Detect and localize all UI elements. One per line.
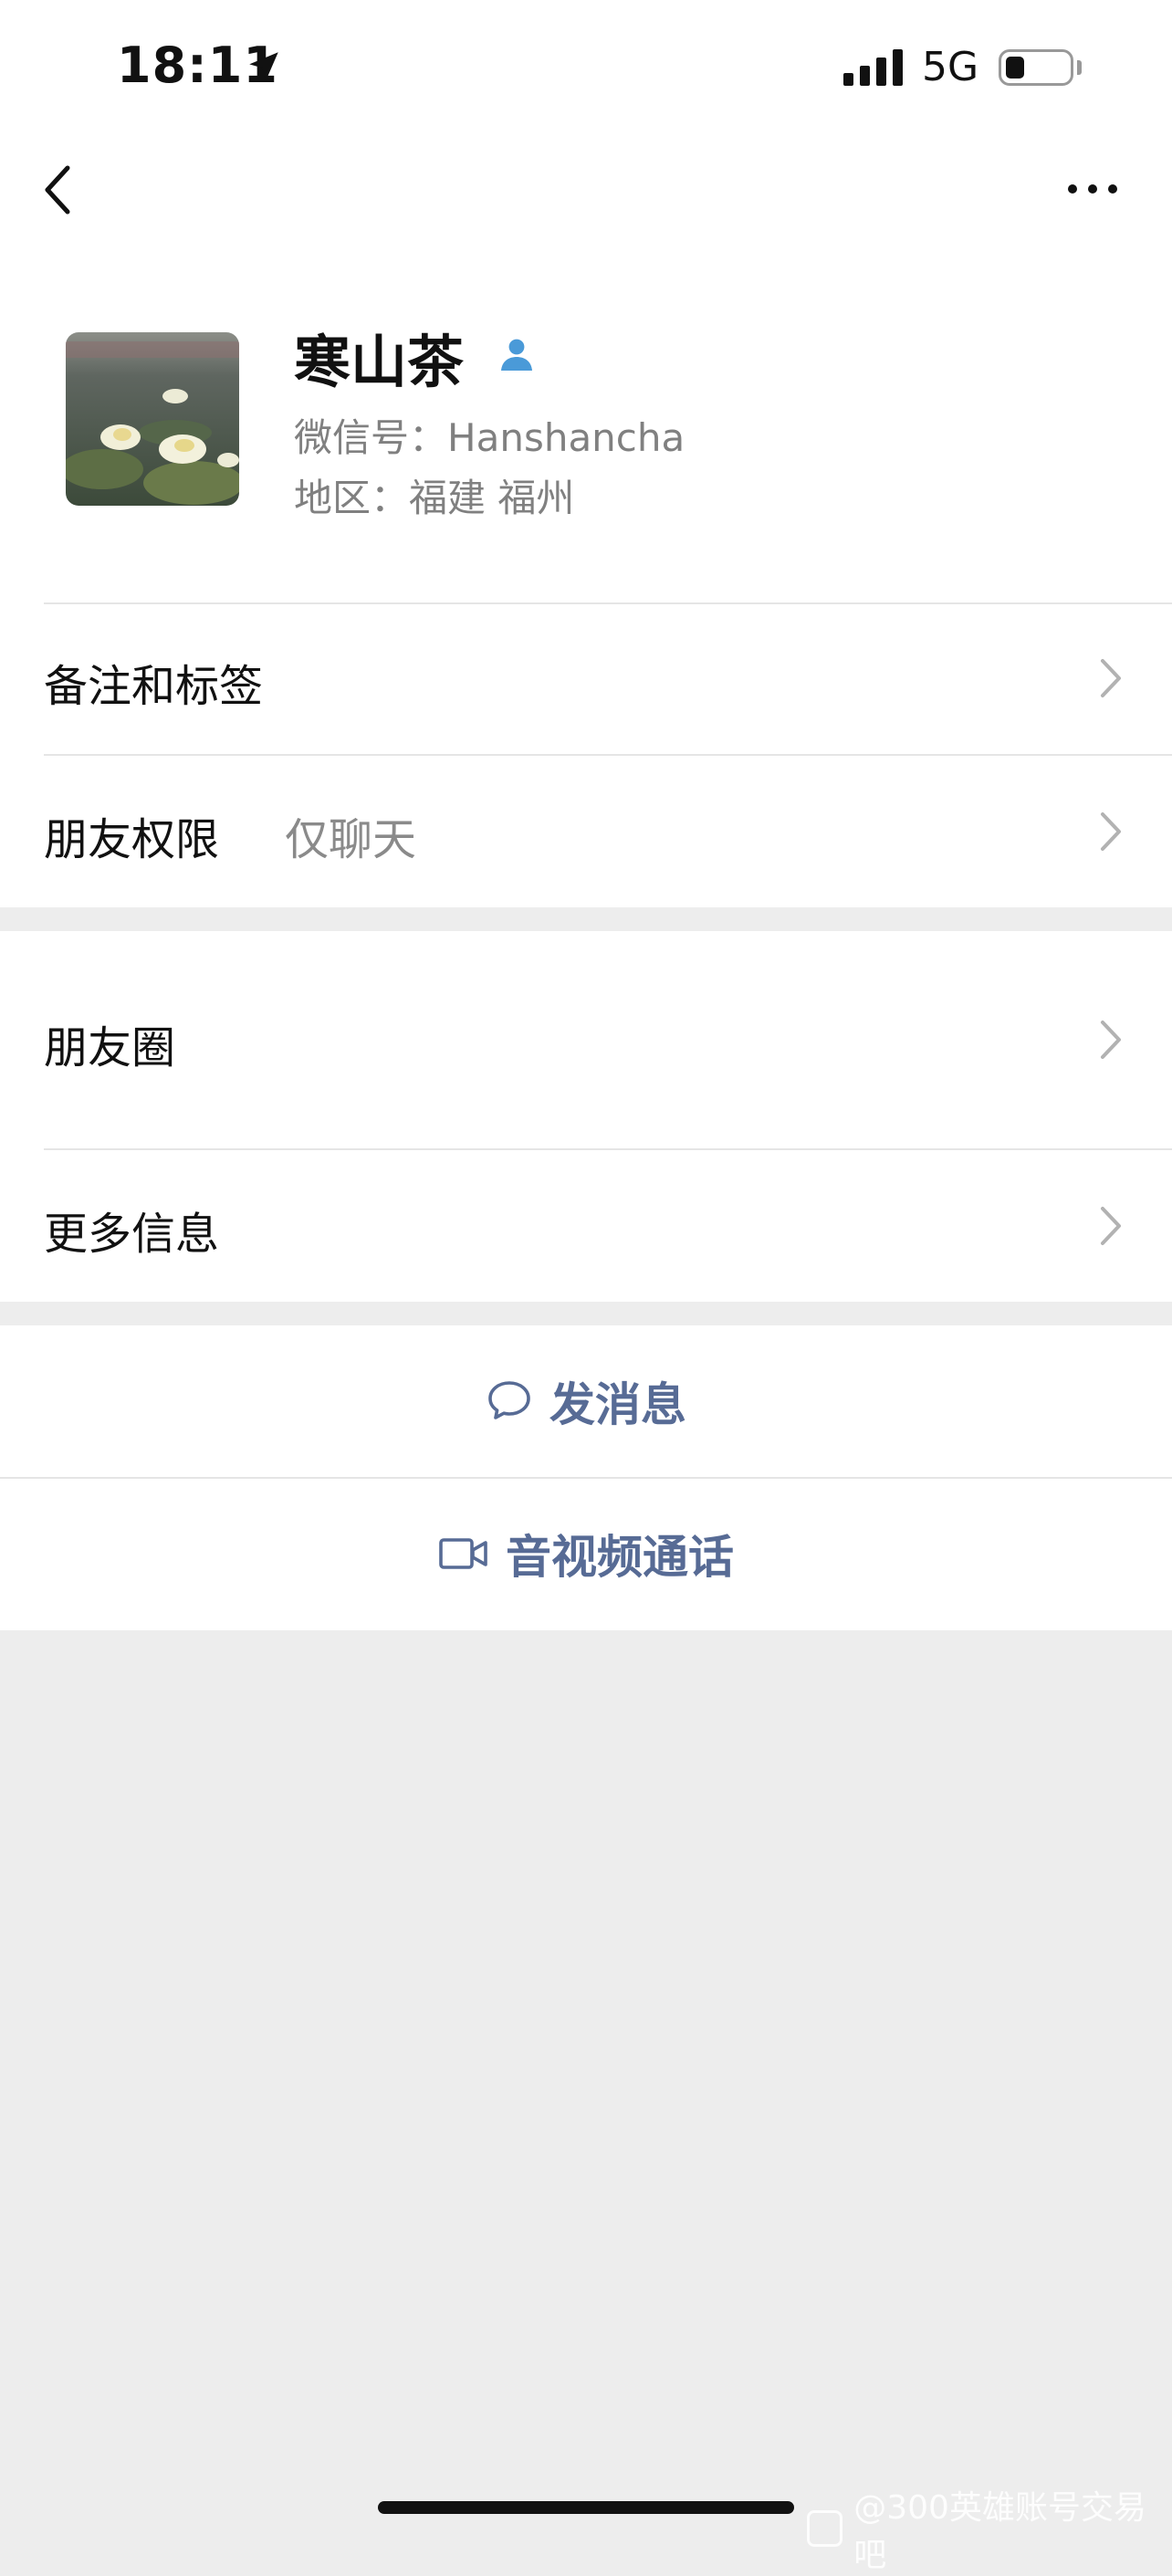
location-arrow-icon (249, 52, 278, 81)
watermark-text: @300英雄账号交易吧 (853, 2489, 1146, 2574)
send-message-label: 发消息 (549, 1378, 686, 1431)
profile-card: 寒山茶 微信号：Hanshancha 地区：福建 福州 (0, 237, 1172, 602)
network-type: 5G (922, 44, 979, 90)
nav-bar (0, 137, 1172, 237)
battery-tip (1077, 60, 1082, 75)
permissions-value: 仅聊天 (285, 814, 417, 865)
chevron-right-icon (1101, 812, 1121, 851)
divider (44, 602, 1172, 604)
chevron-right-icon (1101, 1021, 1121, 1059)
video-camera-icon (439, 1538, 487, 1569)
status-bar: 18:11 5G (0, 0, 1172, 137)
send-message-button[interactable]: 发消息 (0, 1325, 1172, 1477)
watermark: @300英雄账号交易吧 (807, 2481, 1172, 2576)
chevron-right-icon (1101, 659, 1121, 697)
home-indicator[interactable] (378, 2501, 794, 2514)
battery-icon (999, 49, 1073, 86)
person-icon (501, 339, 532, 371)
wechat-id: 微信号：Hanshancha (294, 415, 685, 460)
contact-name: 寒山茶 (294, 329, 465, 395)
friend-permissions-row[interactable]: 朋友权限 仅聊天 (0, 754, 1172, 907)
divider (44, 754, 1172, 756)
ellipsis-icon[interactable] (1068, 184, 1117, 194)
chat-bubble-icon (488, 1381, 530, 1419)
chevron-left-icon[interactable] (40, 162, 77, 217)
voice-video-call-button[interactable]: 音视频通话 (0, 1477, 1172, 1630)
divider (0, 1477, 1172, 1479)
chevron-right-icon (1101, 1207, 1121, 1245)
moments-label: 朋友圈 (44, 1022, 176, 1073)
moments-row[interactable]: 朋友圈 (0, 931, 1172, 1148)
region: 地区：福建 福州 (294, 476, 575, 520)
divider (44, 1148, 1172, 1150)
watermark-logo-icon (807, 2510, 843, 2547)
remarks-label: 备注和标签 (44, 661, 264, 712)
cellular-signal-icon (843, 47, 903, 86)
remarks-and-tags-row[interactable]: 备注和标签 (0, 602, 1172, 754)
avatar[interactable] (66, 332, 239, 506)
permissions-label: 朋友权限 (44, 814, 220, 865)
voice-video-call-label: 音视频通话 (506, 1531, 734, 1584)
more-info-label: 更多信息 (44, 1209, 220, 1260)
more-info-row[interactable]: 更多信息 (0, 1148, 1172, 1302)
